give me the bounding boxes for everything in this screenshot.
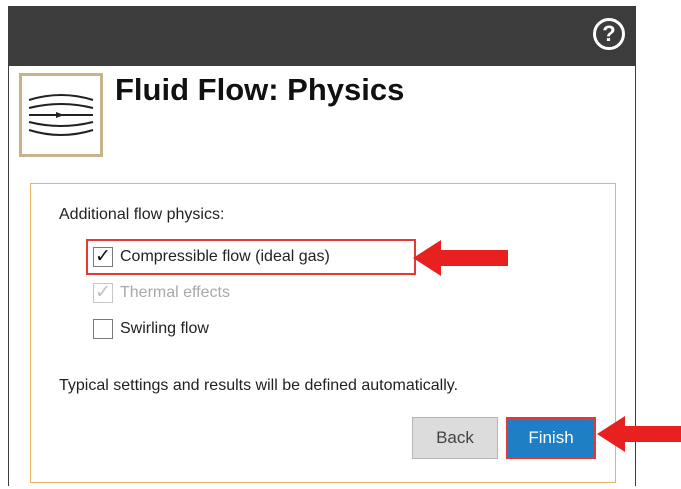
annotation-arrow-finish — [597, 416, 681, 452]
compressible-flow-checkbox[interactable]: ✓ — [93, 247, 113, 267]
info-note: Typical settings and results will be def… — [59, 377, 459, 394]
compressible-flow-label: Compressible flow (ideal gas) — [120, 248, 330, 265]
swirling-flow-label: Swirling flow — [120, 320, 209, 337]
page-title: Fluid Flow: Physics — [115, 72, 405, 107]
help-icon[interactable]: ? — [593, 18, 625, 50]
option-thermal-effects: ✓ Thermal effects — [93, 281, 230, 305]
dialog-titlebar: ? — [9, 6, 635, 66]
back-button[interactable]: Back — [412, 417, 498, 459]
finish-button[interactable]: Finish — [506, 417, 596, 459]
physics-dialog: ? Fluid Flow: Physics Additional flow ph… — [8, 6, 636, 486]
annotation-arrow-compressible — [413, 240, 508, 276]
swirling-flow-checkbox[interactable] — [93, 319, 113, 339]
fluid-flow-icon — [19, 73, 103, 157]
flow-physics-panel: Additional flow physics: ✓ Compressible … — [30, 183, 616, 483]
option-swirling-flow[interactable]: Swirling flow — [93, 317, 209, 341]
thermal-effects-label: Thermal effects — [120, 284, 230, 301]
thermal-effects-checkbox: ✓ — [93, 283, 113, 303]
section-label: Additional flow physics: — [59, 206, 225, 223]
option-compressible-flow[interactable]: ✓ Compressible flow (ideal gas) — [93, 245, 330, 269]
